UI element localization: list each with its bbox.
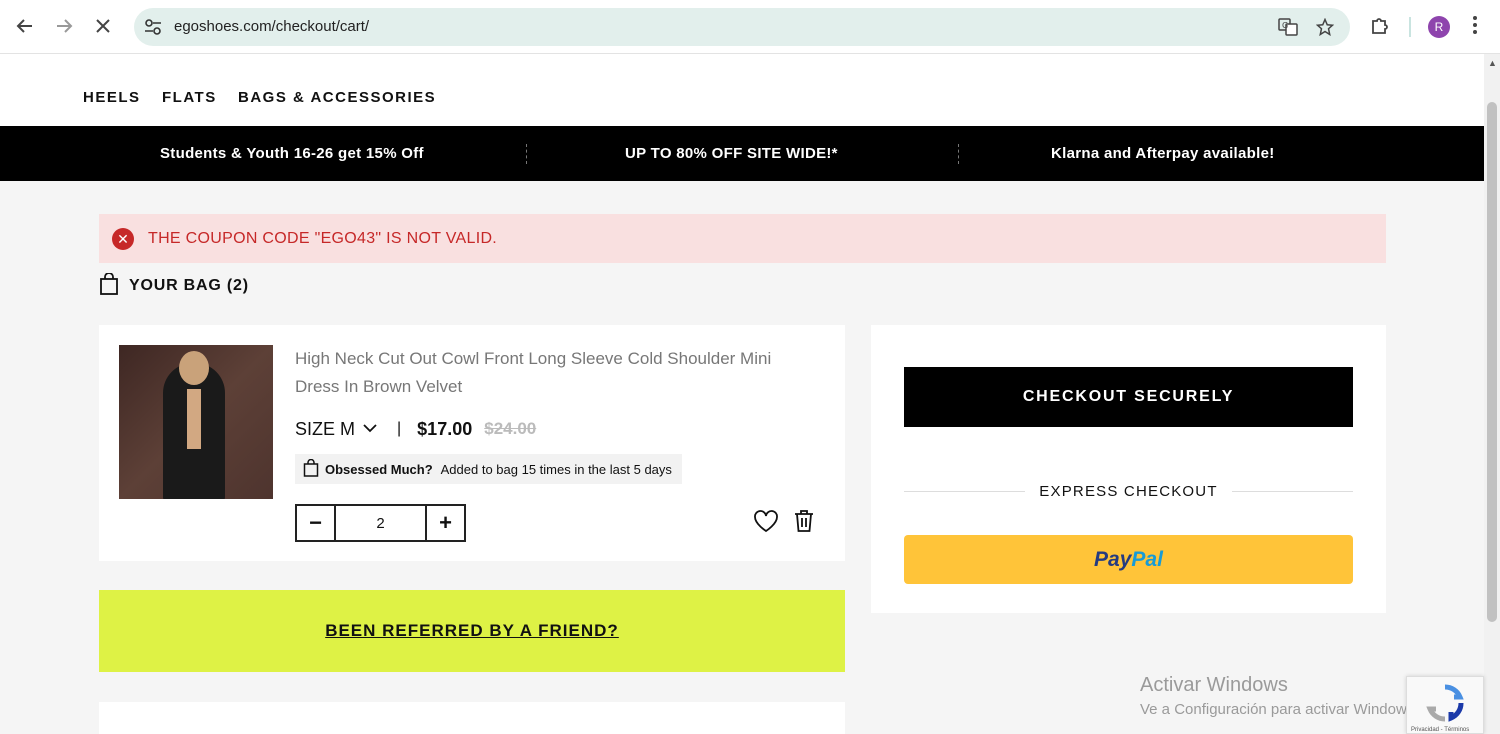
paypal-logo-pal: Pal <box>1131 547 1163 571</box>
size-price-row: SIZE M | $17.00 $24.00 <box>295 417 536 441</box>
back-arrow-icon[interactable] <box>13 14 37 38</box>
paypal-button[interactable]: Pay Pal <box>904 535 1353 584</box>
bookmark-star-icon[interactable] <box>1315 17 1335 37</box>
url-text: egoshoes.com/checkout/cart/ <box>174 18 370 35</box>
extensions-puzzle-icon[interactable] <box>1370 15 1390 40</box>
express-checkout-divider: EXPRESS CHECKOUT <box>904 481 1353 501</box>
paypal-logo-pay: Pay <box>1094 547 1132 571</box>
checkout-panel: CHECKOUT SECURELY EXPRESS CHECKOUT Pay Pa… <box>871 325 1386 613</box>
popularity-badge: Obsessed Much? Added to bag 15 times in … <box>295 454 682 484</box>
quantity-stepper: − 2 + <box>295 504 466 542</box>
product-image-head <box>179 351 209 385</box>
referral-link[interactable]: BEEN REFERRED BY A FRIEND? <box>325 621 619 641</box>
page-scrollbar[interactable]: ▲ <box>1484 54 1500 734</box>
recaptcha-badge[interactable]: Privacidad - Términos <box>1406 676 1484 734</box>
stop-loading-icon[interactable] <box>91 14 115 38</box>
recaptcha-terms[interactable]: Privacidad - Términos <box>1411 727 1469 733</box>
cart-item-card: High Neck Cut Out Cowl Front Long Sleeve… <box>99 325 845 561</box>
product-image[interactable] <box>119 345 273 499</box>
wishlist-heart-icon[interactable] <box>753 509 779 538</box>
sale-price: $17.00 <box>417 418 473 439</box>
badge-title: Obsessed Much? <box>325 461 433 477</box>
watermark-subtitle: Ve a Configuración para activar Windows. <box>1140 701 1419 718</box>
nav-bags-accessories[interactable]: BAGS & ACCESSORIES <box>238 89 436 106</box>
watermark-title: Activar Windows <box>1140 674 1288 696</box>
chevron-down-icon[interactable] <box>363 420 377 438</box>
next-section-card <box>99 702 845 734</box>
profile-avatar[interactable]: R <box>1428 16 1450 38</box>
forward-arrow-icon[interactable] <box>52 14 76 38</box>
referral-banner: BEEN REFERRED BY A FRIEND? <box>99 590 845 672</box>
shopping-bag-icon <box>99 271 119 300</box>
promo-bar: Students & Youth 16-26 get 15% Off UP TO… <box>0 126 1484 181</box>
error-x-icon: ✕ <box>112 228 134 250</box>
separator: | <box>397 420 402 437</box>
product-image-detail <box>187 389 201 449</box>
address-bar[interactable]: egoshoes.com/checkout/cart/ G <box>134 8 1350 46</box>
scrollbar-thumb[interactable] <box>1487 102 1497 622</box>
divider-line <box>1231 490 1353 492</box>
promo-divider <box>526 144 527 164</box>
nav-heels[interactable]: HEELS <box>83 89 141 106</box>
size-selector[interactable]: SIZE M <box>295 419 355 440</box>
site-header: HEELS FLATS BAGS & ACCESSORIES <box>0 54 1484 126</box>
divider-line <box>904 490 1026 492</box>
express-checkout-label: EXPRESS CHECKOUT <box>1039 482 1218 500</box>
nav-flats[interactable]: FLATS <box>162 89 217 106</box>
alert-message: THE COUPON CODE "EGO43" IS NOT VALID. <box>148 230 498 247</box>
scroll-up-arrow-icon[interactable]: ▲ <box>1488 58 1497 68</box>
checkout-securely-button[interactable]: CHECKOUT SECURELY <box>904 367 1353 427</box>
windows-activation-watermark: Activar Windows Ve a Configuración para … <box>1140 674 1418 718</box>
svg-text:G: G <box>1282 21 1288 30</box>
coupon-error-alert: ✕ THE COUPON CODE "EGO43" IS NOT VALID. <box>99 214 1386 263</box>
promo-klarna[interactable]: Klarna and Afterpay available! <box>1051 145 1275 162</box>
promo-divider <box>958 144 959 164</box>
toolbar-separator <box>1409 17 1411 37</box>
quantity-value[interactable]: 2 <box>334 506 427 540</box>
decrease-quantity-button[interactable]: − <box>297 506 334 540</box>
promo-sitewide[interactable]: UP TO 80% OFF SITE WIDE!* <box>625 145 838 162</box>
product-name[interactable]: High Neck Cut Out Cowl Front Long Sleeve… <box>295 345 795 401</box>
translate-icon[interactable]: G <box>1278 17 1298 37</box>
site-settings-icon[interactable] <box>144 19 162 40</box>
promo-students[interactable]: Students & Youth 16-26 get 15% Off <box>160 145 424 162</box>
badge-text: Added to bag 15 times in the last 5 days <box>440 461 672 477</box>
bag-small-icon <box>303 458 319 480</box>
browser-toolbar: egoshoes.com/checkout/cart/ G R <box>0 0 1500 54</box>
browser-menu-icon[interactable] <box>1472 15 1478 40</box>
bag-title: YOUR BAG (2) <box>129 277 249 294</box>
bag-heading: YOUR BAG (2) <box>99 271 249 300</box>
recaptcha-logo-icon <box>1425 683 1465 728</box>
original-price: $24.00 <box>484 419 537 438</box>
increase-quantity-button[interactable]: + <box>427 506 464 540</box>
remove-trash-icon[interactable] <box>793 509 815 538</box>
